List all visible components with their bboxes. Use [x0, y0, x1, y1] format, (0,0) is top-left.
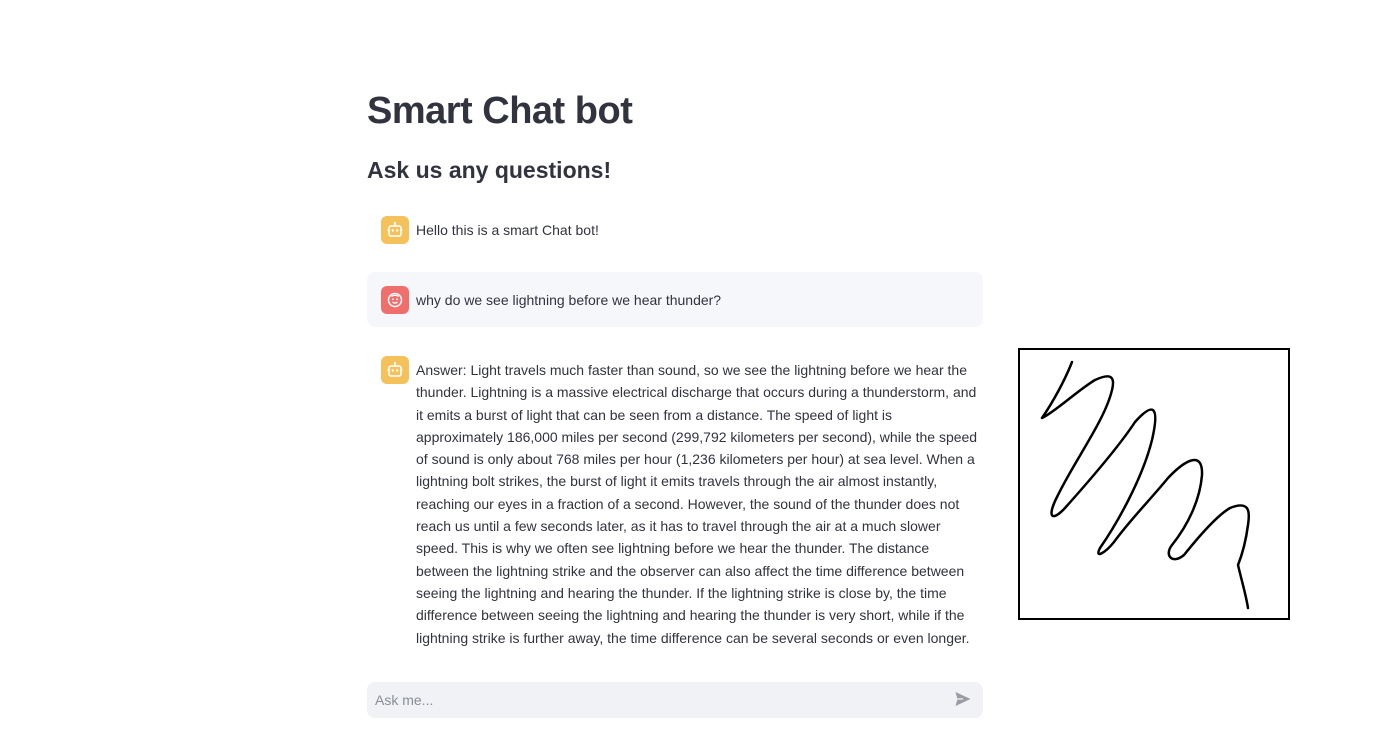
send-arrow-icon	[954, 690, 972, 711]
robot-face-icon	[381, 216, 409, 244]
page-title: Smart Chat bot	[367, 90, 633, 132]
send-button[interactable]	[951, 688, 975, 712]
chat-input[interactable]	[375, 692, 951, 708]
smiley-face-icon	[381, 286, 409, 314]
chat-message-user: why do we see lightning before we hear t…	[367, 272, 983, 327]
message-text: why do we see lightning before we hear t…	[416, 292, 722, 308]
message-text: Answer: Light travels much faster than s…	[416, 362, 978, 646]
robot-face-icon	[381, 356, 409, 384]
page-subtitle: Ask us any questions!	[367, 157, 612, 183]
scribble-drawing	[1040, 360, 1251, 610]
chat-message-assistant: Answer: Light travels much faster than s…	[367, 356, 983, 649]
chat-input-container	[367, 682, 983, 718]
chat-message-assistant: Hello this is a smart Chat bot!	[367, 216, 983, 246]
message-text: Hello this is a smart Chat bot!	[416, 222, 599, 238]
drawing-canvas[interactable]	[1018, 348, 1290, 620]
